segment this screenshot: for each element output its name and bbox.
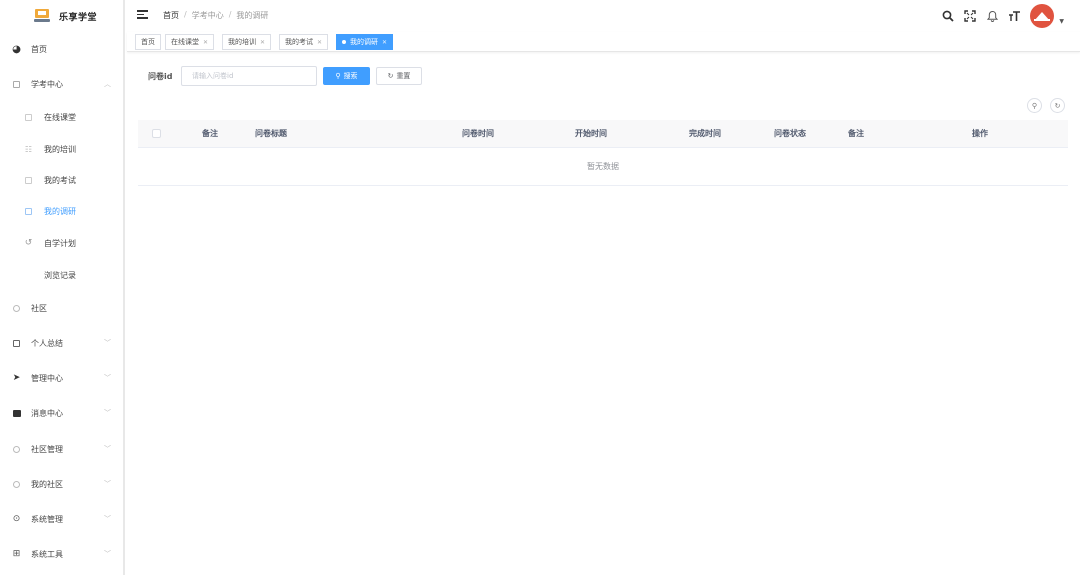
empty-state: 暂无数据 bbox=[138, 148, 1068, 186]
tag-my-exam[interactable]: 我的考试 ✕ bbox=[279, 34, 329, 50]
sidebar-item-my-training[interactable]: ☷ 我的培训 bbox=[0, 139, 123, 159]
column-header: 问卷状态 bbox=[774, 129, 806, 138]
active-dot-icon bbox=[342, 40, 346, 44]
chevron-down-icon: ﹀ bbox=[104, 550, 111, 558]
summary-icon bbox=[12, 339, 21, 348]
tools-icon: ⊞ bbox=[12, 549, 21, 559]
font-size-icon[interactable] bbox=[1004, 6, 1024, 26]
sidebar-item-management-center[interactable]: ➤ 管理中心 ﹀ bbox=[0, 368, 123, 388]
refresh-icon[interactable]: ↻ bbox=[1050, 98, 1065, 113]
dashboard-icon: ◕ bbox=[12, 43, 21, 55]
chevron-down-icon: ﹀ bbox=[104, 445, 111, 453]
sidebar-item-my-community[interactable]: 我的社区 ﹀ bbox=[0, 474, 123, 494]
close-icon[interactable]: ✕ bbox=[203, 39, 208, 46]
top-navbar: 首页 / 学考中心 / 我的调研 ▼ bbox=[127, 0, 1080, 32]
column-header: 完成时间 bbox=[689, 129, 721, 138]
community-icon bbox=[12, 304, 21, 313]
sidebar-item-community[interactable]: 社区 bbox=[0, 298, 123, 318]
chevron-down-icon: ﹀ bbox=[104, 374, 111, 382]
column-header: 备注 bbox=[848, 129, 864, 138]
column-header: 开始时间 bbox=[575, 129, 607, 138]
breadcrumb: 首页 / 学考中心 / 我的调研 bbox=[163, 10, 269, 21]
column-header: 操作 bbox=[972, 129, 988, 138]
survey-id-input[interactable] bbox=[181, 66, 317, 86]
sidebar-item-personal-summary[interactable]: 个人总结 ﹀ bbox=[0, 333, 123, 353]
breadcrumb-study-center: 学考中心 bbox=[191, 11, 224, 20]
sidebar-item-home[interactable]: ◕ 首页 bbox=[0, 39, 123, 59]
sidebar-item-community-manage[interactable]: 社区管理 ﹀ bbox=[0, 439, 123, 459]
table-header: 备注 问卷标题 问卷时间 开始时间 完成时间 问卷状态 备注 操作 bbox=[138, 120, 1068, 148]
reset-button[interactable]: ↻ 重置 bbox=[376, 67, 422, 85]
breadcrumb-home[interactable]: 首页 bbox=[163, 10, 179, 21]
bell-icon[interactable] bbox=[982, 6, 1002, 26]
message-icon bbox=[12, 409, 21, 418]
logo-icon bbox=[34, 9, 50, 23]
chevron-down-icon: ﹀ bbox=[104, 409, 111, 417]
refresh-icon: ↻ bbox=[387, 72, 394, 80]
sidebar-item-my-survey[interactable]: 我的调研 bbox=[0, 201, 123, 221]
toggle-search-icon[interactable]: ⚲ bbox=[1027, 98, 1042, 113]
header-tools bbox=[936, 3, 1054, 29]
sidebar-item-online-course[interactable]: 在线课堂 bbox=[0, 107, 123, 127]
select-all-checkbox[interactable] bbox=[152, 129, 161, 138]
send-icon: ➤ bbox=[12, 373, 21, 383]
chevron-down-icon: ﹀ bbox=[104, 339, 111, 347]
search-icon[interactable] bbox=[938, 6, 958, 26]
chevron-down-icon: ﹀ bbox=[104, 515, 111, 523]
tag-online-course[interactable]: 在线课堂 ✕ bbox=[165, 34, 215, 50]
tag-my-training[interactable]: 我的培训 ✕ bbox=[222, 34, 272, 50]
sidebar-item-my-exam[interactable]: 我的考试 bbox=[0, 170, 123, 190]
app-logo[interactable]: 乐享学堂 bbox=[0, 0, 123, 32]
chevron-down-icon: ﹀ bbox=[104, 480, 111, 488]
column-header: 问卷标题 bbox=[255, 129, 287, 138]
breadcrumb-current: 我的调研 bbox=[236, 11, 269, 20]
chevron-up-icon: ︿ bbox=[104, 80, 111, 88]
my-community-icon bbox=[12, 480, 21, 489]
sidebar-item-study-center[interactable]: 学考中心 ︿ bbox=[0, 74, 123, 94]
sidebar-item-system-manage[interactable]: ⊙ 系统管理 ﹀ bbox=[0, 509, 123, 529]
sidebar: 乐享学堂 ◕ 首页 学考中心 ︿ 在线课堂 ☷ 我的培训 我的考试 我的调研 ↺… bbox=[0, 0, 125, 575]
training-icon: ☷ bbox=[24, 144, 33, 154]
sidebar-item-browse-history[interactable]: 浏览记录 bbox=[0, 265, 123, 285]
sidebar-item-study-plan[interactable]: ↺ 自学计划 bbox=[0, 233, 123, 253]
close-icon[interactable]: ✕ bbox=[260, 39, 265, 46]
exam-icon bbox=[24, 176, 33, 185]
app-title: 乐享学堂 bbox=[59, 12, 98, 23]
avatar[interactable] bbox=[1030, 4, 1054, 28]
tag-my-survey[interactable]: 我的调研 ✕ bbox=[336, 34, 394, 50]
search-button[interactable]: ⚲ 搜索 bbox=[323, 67, 370, 85]
column-header: 问卷时间 bbox=[462, 129, 494, 138]
caret-down-icon[interactable]: ▼ bbox=[1059, 18, 1064, 25]
monitor-icon bbox=[12, 80, 21, 89]
column-header: 备注 bbox=[202, 129, 218, 138]
tags-view: 首页 在线课堂 ✕ 我的培训 ✕ 我的考试 ✕ 我的调研 ✕ bbox=[127, 32, 1080, 52]
close-icon[interactable]: ✕ bbox=[317, 39, 322, 46]
tag-home[interactable]: 首页 bbox=[135, 34, 161, 50]
sidebar-item-system-tools[interactable]: ⊞ 系统工具 ﹀ bbox=[0, 544, 123, 564]
close-icon[interactable]: ✕ bbox=[382, 39, 387, 46]
search-icon: ⚲ bbox=[335, 72, 341, 80]
plan-icon: ↺ bbox=[24, 238, 33, 248]
survey-table: 备注 问卷标题 问卷时间 开始时间 完成时间 问卷状态 备注 操作 暂无数据 bbox=[138, 120, 1068, 186]
sidebar-item-message-center[interactable]: 消息中心 ﹀ bbox=[0, 403, 123, 423]
system-icon: ⊙ bbox=[12, 514, 21, 524]
survey-id-label: 问卷id bbox=[148, 72, 173, 81]
hamburger-icon[interactable] bbox=[137, 10, 148, 19]
course-icon bbox=[24, 113, 33, 122]
fullscreen-icon[interactable] bbox=[960, 6, 980, 26]
survey-icon bbox=[24, 207, 33, 216]
community-manage-icon bbox=[12, 445, 21, 454]
